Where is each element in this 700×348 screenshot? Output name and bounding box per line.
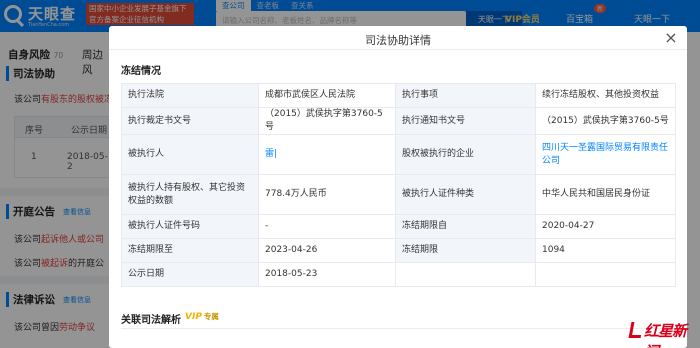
- label-id-number: 被执行人证件号码: [121, 214, 259, 239]
- table-row: 被执行人证件号码 - 冻结期限自 2020-04-27: [121, 214, 676, 239]
- modal-header: 司法协助详情 ×: [109, 26, 687, 50]
- divider: [121, 328, 675, 329]
- table-row: 被执行人持有股权、其它投资权益的数额 778.4万人民币 被执行人证件种类 中华…: [121, 174, 676, 215]
- watermark-logo-icon: [628, 322, 644, 338]
- value-court: 成都市武侯区人民法院: [258, 83, 396, 108]
- judicial-assist-detail-modal: 司法协助详情 × 冻结情况 执行法院 成都市武侯区人民法院 执行事项 续行冻结股…: [109, 26, 687, 348]
- label-enforced-company: 股权被执行的企业: [395, 134, 536, 175]
- value-equity-amount: 778.4万人民币: [258, 174, 396, 215]
- label-freeze-term: 冻结期限: [395, 238, 536, 263]
- label-freeze-to: 冻结期限至: [121, 238, 259, 263]
- empty-cell: [535, 262, 676, 287]
- value-ruling-no: （2015）武侯执字第3760-5号: [258, 107, 396, 135]
- table-row: 执行裁定书文号 （2015）武侯执字第3760-5号 执行通知书文号 （2015…: [121, 107, 676, 135]
- freeze-section-title: 冻结情况: [121, 66, 161, 77]
- label-executee: 被执行人: [121, 134, 259, 175]
- label-ruling-no: 执行裁定书文号: [121, 107, 259, 135]
- label-id-type: 被执行人证件种类: [395, 174, 536, 215]
- value-matter: 续行冻结股权、其他投资权益: [535, 83, 676, 108]
- modal-title: 司法协助详情: [365, 34, 431, 47]
- label-equity-amount: 被执行人持有股权、其它投资权益的数额: [121, 174, 259, 215]
- value-freeze-to: 2023-04-26: [258, 238, 396, 263]
- table-row: 冻结期限至 2023-04-26 冻结期限 1094: [121, 238, 676, 263]
- label-freeze-from: 冻结期限自: [395, 214, 536, 239]
- label-notice-no: 执行通知书文号: [395, 107, 536, 135]
- freeze-detail-table: 执行法院 成都市武侯区人民法院 执行事项 续行冻结股权、其他投资权益 执行裁定书…: [121, 83, 676, 287]
- enforced-company-link[interactable]: 四川天一圣露国际贸易有限责任公司: [535, 134, 676, 175]
- table-row: 被执行人 雷| 股权被执行的企业 四川天一圣露国际贸易有限责任公司: [121, 134, 676, 175]
- label-publish-date: 公示日期: [121, 262, 259, 287]
- empty-cell: [395, 262, 536, 287]
- close-icon[interactable]: ×: [663, 30, 679, 46]
- label-matter: 执行事项: [395, 83, 536, 108]
- value-id-number: -: [258, 214, 396, 239]
- value-freeze-term: 1094: [535, 238, 676, 263]
- value-notice-no: （2015）武侯执字第3760-5号: [535, 107, 676, 135]
- watermark-text: 红星新闻: [644, 322, 687, 348]
- value-id-type: 中华人民共和国居民身份证: [535, 174, 676, 215]
- table-row: 公示日期 2018-05-23: [121, 262, 676, 287]
- value-freeze-from: 2020-04-27: [535, 214, 676, 239]
- value-publish-date: 2018-05-23: [258, 262, 396, 287]
- red-star-news-watermark: 红星新闻: [628, 318, 698, 348]
- label-court: 执行法院: [121, 83, 259, 108]
- table-row: 执行法院 成都市武侯区人民法院 执行事项 续行冻结股权、其他投资权益: [121, 83, 676, 108]
- vip-exclusive-badge: VIP 专属: [185, 312, 219, 322]
- related-analysis-title: 关联司法解析: [121, 315, 181, 326]
- executee-link[interactable]: 雷|: [258, 134, 396, 175]
